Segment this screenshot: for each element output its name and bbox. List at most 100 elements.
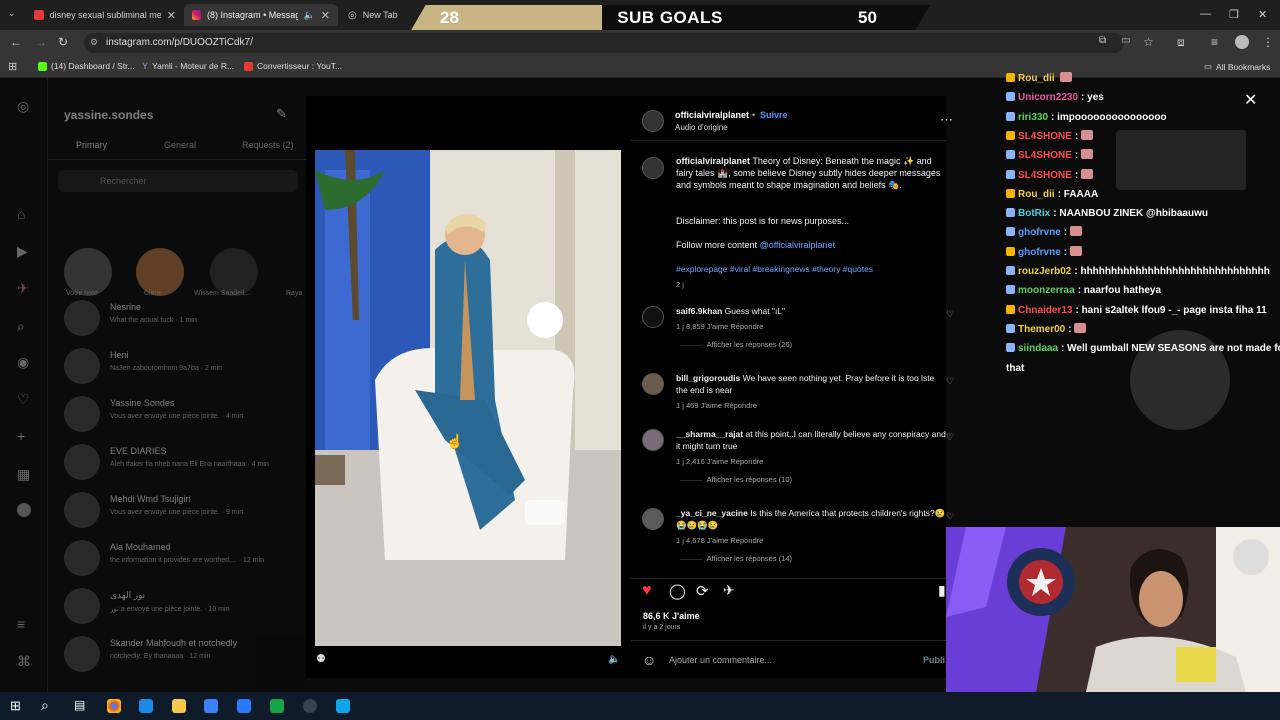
dm-tab-primary[interactable]: Primary bbox=[76, 140, 107, 150]
chat-username[interactable]: moonzerraa bbox=[1018, 285, 1075, 296]
meta-icon[interactable]: ⌘ bbox=[17, 653, 31, 670]
chrome-taskbar-icon[interactable] bbox=[107, 699, 121, 713]
bookmark-yamli[interactable]: Y Yamli - Moteur de R... bbox=[142, 61, 234, 71]
back-icon[interactable]: ← bbox=[10, 35, 22, 49]
chat-username[interactable]: ghofrvne bbox=[1018, 247, 1061, 258]
like-icon[interactable]: ♥ bbox=[642, 582, 652, 600]
caption-avatar[interactable] bbox=[642, 157, 664, 179]
tab-search-icon[interactable]: ⌄ bbox=[8, 8, 16, 19]
app-taskbar-icon[interactable] bbox=[237, 699, 251, 713]
close-tab-icon[interactable]: ✕ bbox=[321, 9, 330, 22]
comment-input[interactable]: Ajouter un commentaire... bbox=[669, 655, 772, 665]
reels-icon[interactable]: ▶ bbox=[17, 243, 28, 260]
chat-username[interactable]: SL4SHONE bbox=[1018, 170, 1072, 181]
apps-grid-icon[interactable]: ⊞ bbox=[8, 60, 17, 73]
insights-icon[interactable]: ▦ bbox=[17, 466, 30, 483]
repost-icon[interactable]: ⟳ bbox=[696, 582, 709, 600]
comment-meta[interactable]: 1 j 2,416 J'aime Répondre bbox=[676, 457, 763, 466]
dm-conversation-row[interactable]: Skander Mahfoudh et notchedly notchedly:… bbox=[64, 634, 294, 678]
comment-user[interactable]: _ya_ci_ne_yacine bbox=[676, 508, 748, 518]
store-taskbar-icon[interactable] bbox=[204, 699, 218, 713]
view-replies-link[interactable]: ——— Afficher les réponses (10) bbox=[680, 475, 792, 484]
comment-like-icon[interactable]: ♡ bbox=[946, 511, 954, 522]
url-field[interactable]: ⚙ instagram.com/p/DUOOZTiCdk7/ bbox=[84, 33, 1124, 53]
instagram-icon[interactable]: ◎ bbox=[17, 98, 29, 115]
comment-avatar[interactable] bbox=[642, 508, 664, 530]
profile-avatar[interactable] bbox=[1235, 35, 1249, 49]
dm-conversation-row[interactable]: نور الهدى نور a envoyé une pièce jointe.… bbox=[64, 586, 294, 630]
emoji-icon[interactable]: ☺ bbox=[642, 652, 656, 668]
bookmark-dashboard[interactable]: (14) Dashboard / Str... bbox=[38, 61, 135, 71]
chat-username[interactable]: Rou_dii bbox=[1018, 73, 1055, 84]
dm-conversation-row[interactable]: Ala Mouhamed the information it provides… bbox=[64, 538, 294, 582]
search-icon[interactable]: ⌕ bbox=[17, 318, 25, 335]
caption-author[interactable]: officialviralplanet bbox=[676, 156, 750, 166]
chat-username[interactable]: rouzJerb02 bbox=[1018, 266, 1071, 277]
comment-icon[interactable]: ◯ bbox=[669, 582, 686, 600]
dm-conversation-row[interactable]: Nesrine What the actual fuck · 1 min bbox=[64, 298, 294, 342]
app2-taskbar-icon[interactable] bbox=[270, 699, 284, 713]
new-message-icon[interactable]: ✎ bbox=[276, 106, 287, 122]
explore-icon[interactable]: ◉ bbox=[17, 354, 29, 371]
more-icon[interactable]: ⋯ bbox=[940, 112, 953, 128]
extensions-icon[interactable]: ⧈ bbox=[1177, 35, 1185, 50]
comment-like-icon[interactable]: ♡ bbox=[946, 309, 954, 320]
comment-user[interactable]: __sharma__rajat bbox=[676, 429, 743, 439]
tab-disney[interactable]: disney sexual subliminal messa ✕ bbox=[26, 4, 184, 26]
chat-username[interactable]: Chnaider13 bbox=[1018, 305, 1072, 316]
post-author[interactable]: officialviralplanet bbox=[675, 110, 749, 120]
dm-tab-general[interactable]: General bbox=[164, 140, 196, 150]
share-icon[interactable]: ✈ bbox=[723, 582, 735, 599]
translate-icon[interactable]: ⧉ bbox=[1099, 35, 1106, 46]
comment-avatar[interactable] bbox=[642, 429, 664, 451]
likes-count[interactable]: 86,6 K J'aime bbox=[643, 611, 700, 621]
comment-avatar[interactable] bbox=[642, 306, 664, 328]
follow-handle-link[interactable]: @officialviralplanet bbox=[760, 240, 836, 250]
follow-button[interactable]: Suivre bbox=[760, 110, 788, 120]
dm-conversation-row[interactable]: Heni Na3en zabouromhom 9a7ba · 2 min bbox=[64, 346, 294, 390]
obs-taskbar-icon[interactable] bbox=[303, 699, 317, 713]
chat-username[interactable]: siindaaa bbox=[1018, 343, 1058, 354]
chat-username[interactable]: ghofrvne bbox=[1018, 227, 1061, 238]
forward-icon[interactable]: → bbox=[35, 35, 47, 49]
bookmark-star-icon[interactable]: ☆ bbox=[1143, 35, 1154, 49]
minimize-icon[interactable]: — bbox=[1200, 8, 1211, 20]
site-info-icon[interactable]: ⚙ bbox=[90, 37, 98, 48]
maximize-icon[interactable]: ❐ bbox=[1229, 8, 1239, 21]
chat-username[interactable]: SL4SHONE bbox=[1018, 150, 1072, 161]
bookmark-convertisseur[interactable]: Convertisseur : YouT... bbox=[244, 61, 342, 71]
messages-icon[interactable]: ✈ bbox=[17, 280, 29, 297]
cast-icon[interactable]: ▭ bbox=[1121, 35, 1130, 46]
save-icon[interactable]: ▮ bbox=[938, 582, 946, 599]
mute-icon[interactable]: 🔈 bbox=[608, 654, 620, 665]
all-bookmarks[interactable]: ▭ All Bookmarks bbox=[1204, 61, 1270, 72]
heart-icon[interactable]: ♡ bbox=[17, 391, 30, 408]
chat-username[interactable]: Rou_dii bbox=[1018, 189, 1055, 200]
dm-username[interactable]: yassine.sondes bbox=[64, 108, 153, 122]
comment-meta[interactable]: 1 j 4,678 J'aime Répondre bbox=[676, 536, 763, 545]
comment-user[interactable]: bill_grigoroudis bbox=[676, 373, 740, 383]
home-icon[interactable]: ⌂ bbox=[17, 206, 25, 222]
comment-meta[interactable]: 1 j 8,859 J'aime Répondre bbox=[676, 322, 763, 331]
menu-icon[interactable]: ≡ bbox=[17, 616, 25, 632]
reload-icon[interactable]: ↻ bbox=[58, 35, 68, 49]
view-replies-link[interactable]: ——— Afficher les réponses (14) bbox=[680, 554, 792, 563]
caption-hashtags[interactable]: #explorepage #viral #breakingnews #theor… bbox=[676, 263, 944, 275]
dm-tab-requests[interactable]: Requests (2) bbox=[242, 140, 294, 150]
dm-search-input[interactable]: Rechercher bbox=[58, 170, 298, 192]
post-audio[interactable]: Audio d'origine bbox=[675, 123, 728, 132]
view-replies-link[interactable]: ——— Afficher les réponses (26) bbox=[680, 340, 792, 349]
author-avatar[interactable] bbox=[642, 110, 664, 132]
audio-icon[interactable]: 🔈 bbox=[304, 10, 315, 21]
chat-username[interactable]: SL4SHONE bbox=[1018, 131, 1072, 142]
comment-avatar[interactable] bbox=[642, 373, 664, 395]
chat-username[interactable]: riri330 bbox=[1018, 112, 1048, 123]
chat-username[interactable]: Unicorn2230 bbox=[1018, 92, 1078, 103]
chat-username[interactable]: Themer00 bbox=[1018, 324, 1065, 335]
tab-instagram[interactable]: (8) Instagram • Messages 🔈 ✕ bbox=[184, 4, 338, 26]
dm-conversation-row[interactable]: Yassine Sondes Vous avez envoyé une pièc… bbox=[64, 394, 294, 438]
comment-meta[interactable]: 1 j 469 J'aime Répondre bbox=[676, 401, 757, 410]
explorer-taskbar-icon[interactable] bbox=[172, 699, 186, 713]
dm-conversation-row[interactable]: Mehdi Wmd Tsujigiri Vous avez envoyé une… bbox=[64, 490, 294, 534]
taskbar-search-icon[interactable]: ⌕ bbox=[41, 697, 49, 714]
